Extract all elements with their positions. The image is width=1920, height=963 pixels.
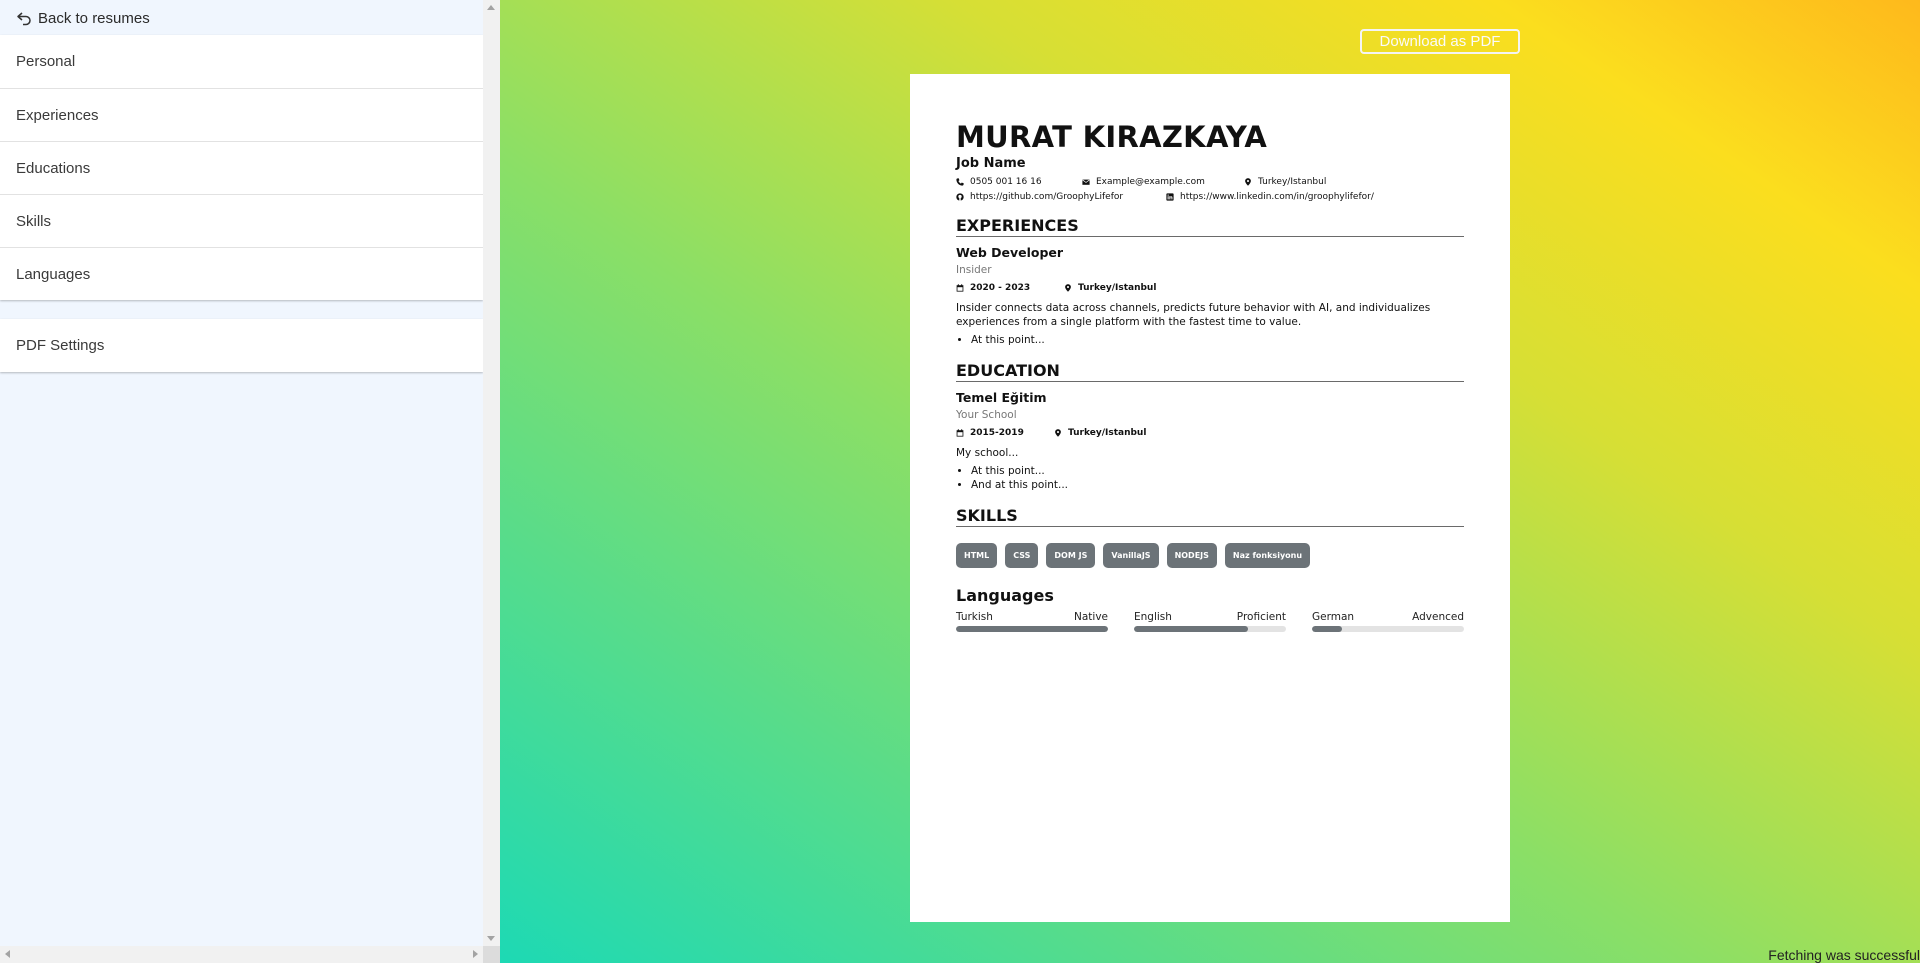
language-progress-bar xyxy=(1134,626,1286,632)
language-progress-fill xyxy=(1312,626,1343,632)
contact-phone: 0505 001 16 16 xyxy=(956,177,1082,187)
vertical-scrollbar[interactable] xyxy=(483,0,500,946)
section-experiences[interactable]: Experiences xyxy=(0,88,483,141)
download-pdf-button[interactable]: Download as PDF xyxy=(1360,29,1520,54)
contact-email: Example@example.com xyxy=(1082,177,1244,187)
pdf-settings-card: PDF Settings xyxy=(0,319,483,372)
education-bullets: At this point... And at this point... xyxy=(956,464,1464,492)
education-dates-text: 2015-2019 xyxy=(970,428,1024,438)
experience-description: Insider connects data across channels, p… xyxy=(956,302,1431,328)
experiences-heading: EXPERIENCES xyxy=(956,216,1464,237)
scroll-up-icon[interactable] xyxy=(487,5,495,10)
phone-text: 0505 001 16 16 xyxy=(970,177,1042,187)
editor-sidebar: Back to resumes Personal Experiences Edu… xyxy=(0,0,500,963)
education-location: Turkey/Istanbul xyxy=(1054,428,1146,438)
back-arrow-icon xyxy=(17,12,31,26)
skill-tag: HTML xyxy=(956,543,998,568)
contact-github[interactable]: https://github.com/GroophyLifefor xyxy=(956,192,1166,202)
experience-dates: 2020 - 2023 xyxy=(956,283,1064,293)
language-progress-bar xyxy=(956,626,1108,632)
experience-meta: 2020 - 2023 Turkey/Istanbul xyxy=(956,283,1464,293)
language-item: German Advenced xyxy=(1312,611,1464,632)
section-personal[interactable]: Personal xyxy=(0,35,483,88)
language-level: Proficient xyxy=(1236,611,1286,623)
section-educations[interactable]: Educations xyxy=(0,141,483,194)
language-progress-fill xyxy=(956,626,1108,632)
horizontal-scrollbar[interactable] xyxy=(0,946,483,963)
list-item: At this point... xyxy=(971,464,1464,478)
scroll-down-icon[interactable] xyxy=(487,936,495,941)
skill-tag: NODEJS xyxy=(1166,543,1217,568)
location-pin-icon xyxy=(1245,178,1251,186)
section-pdf-settings[interactable]: PDF Settings xyxy=(0,319,483,372)
experience-location-text: Turkey/Istanbul xyxy=(1078,283,1157,293)
education-heading: EDUCATION xyxy=(956,361,1464,382)
experience-dates-text: 2020 - 2023 xyxy=(970,283,1031,293)
resume-paper: MURAT KIRAZKAYA Job Name 0505 001 16 16 … xyxy=(910,74,1510,922)
calendar-icon xyxy=(956,284,964,292)
section-accordion: Personal Experiences Educations Skills L… xyxy=(0,35,483,300)
section-languages[interactable]: Languages xyxy=(0,247,483,300)
skills-heading: SKILLS xyxy=(956,506,1464,527)
language-level: Native xyxy=(1074,611,1108,623)
skill-tag: DOM JS xyxy=(1046,543,1096,568)
languages-list: Turkish Native English Proficient German… xyxy=(956,611,1464,632)
experience-company: Insider xyxy=(956,264,992,276)
language-progress-bar xyxy=(1312,626,1464,632)
back-to-resumes-link[interactable]: Back to resumes xyxy=(16,7,150,29)
education-school: Your School xyxy=(956,409,1017,421)
language-name: English xyxy=(1134,611,1172,623)
education-location-text: Turkey/Istanbul xyxy=(1068,428,1147,438)
contact-row-1: 0505 001 16 16 Example@example.com Turke… xyxy=(956,177,1464,187)
location-pin-icon xyxy=(1055,429,1061,437)
language-item: Turkish Native xyxy=(956,611,1108,632)
contact-location: Turkey/Istanbul xyxy=(1244,177,1326,187)
email-text: Example@example.com xyxy=(1096,177,1205,187)
list-item: And at this point... xyxy=(971,478,1464,492)
linkedin-link[interactable]: https://www.linkedin.com/in/groophylifef… xyxy=(1180,192,1374,202)
scroll-right-icon[interactable] xyxy=(473,950,478,958)
list-item: At this point... xyxy=(971,333,1464,347)
skill-tag: VanillaJS xyxy=(1103,543,1159,568)
linkedin-icon xyxy=(1166,193,1174,201)
contact-linkedin[interactable]: https://www.linkedin.com/in/groophylifef… xyxy=(1166,192,1374,202)
calendar-icon xyxy=(956,429,964,437)
skills-list: HTML CSS DOM JS VanillaJS NODEJS Naz fon… xyxy=(956,543,1464,568)
skill-tag: Naz fonksiyonu xyxy=(1224,543,1311,568)
section-skills[interactable]: Skills xyxy=(0,194,483,247)
resume-preview-area: Download as PDF MURAT KIRAZKAYA Job Name… xyxy=(500,0,1920,963)
sidebar-scroll-area: Back to resumes Personal Experiences Edu… xyxy=(0,0,483,946)
education-meta: 2015-2019 Turkey/Istanbul xyxy=(956,428,1464,438)
resume-name: MURAT KIRAZKAYA xyxy=(956,120,1268,154)
scroll-corner xyxy=(483,946,500,963)
resume-job-title: Job Name xyxy=(956,156,1026,171)
language-level: Advenced xyxy=(1412,611,1464,623)
github-icon xyxy=(956,193,964,201)
experience-bullets: At this point... xyxy=(956,333,1464,347)
education-title: Temel Eğitim xyxy=(956,390,1047,405)
status-message: Fetching was successful xyxy=(1768,947,1920,963)
language-name: Turkish xyxy=(956,611,993,623)
education-description: My school... xyxy=(956,447,1019,459)
education-dates: 2015-2019 xyxy=(956,428,1054,438)
contact-row-2: https://github.com/GroophyLifefor https:… xyxy=(956,192,1464,202)
experience-title: Web Developer xyxy=(956,245,1064,260)
language-name: German xyxy=(1312,611,1355,623)
github-link[interactable]: https://github.com/GroophyLifefor xyxy=(970,192,1123,202)
language-progress-fill xyxy=(1134,626,1248,632)
scroll-left-icon[interactable] xyxy=(5,950,10,958)
languages-heading: Languages xyxy=(956,586,1054,605)
experience-location: Turkey/Istanbul xyxy=(1064,283,1156,293)
envelope-icon xyxy=(1082,179,1090,185)
language-item: English Proficient xyxy=(1134,611,1286,632)
location-pin-icon xyxy=(1065,284,1071,292)
phone-icon xyxy=(956,178,964,186)
back-label: Back to resumes xyxy=(38,9,150,27)
location-text: Turkey/Istanbul xyxy=(1258,177,1327,187)
skill-tag: CSS xyxy=(1005,543,1039,568)
